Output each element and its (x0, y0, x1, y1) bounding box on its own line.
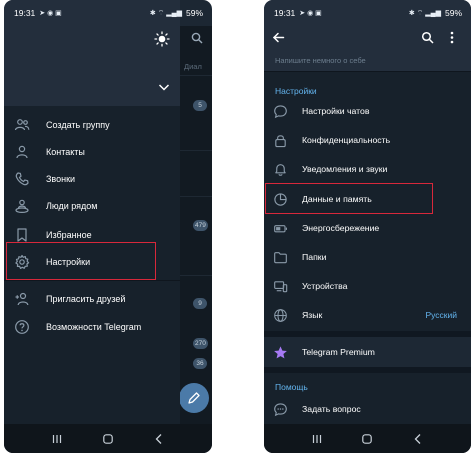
question-bubble-icon (274, 402, 287, 416)
menu-item-settings[interactable]: Настройки (4, 249, 180, 275)
recent-apps-icon[interactable] (311, 433, 323, 445)
section-separator (264, 367, 471, 373)
chat-list-tab-label: Диал (184, 62, 202, 71)
settings-item-label: Устройства (302, 281, 348, 291)
notification-icons: ➤ ◉ ▣ (299, 10, 322, 17)
gear-icon (15, 254, 30, 269)
menu-item-label: Настройки (46, 257, 91, 267)
unread-badge: 5 (193, 100, 207, 111)
recent-apps-icon[interactable] (51, 433, 63, 445)
bio-placeholder: Напишите немного о себе (275, 56, 366, 65)
chat-bubble-icon (274, 104, 287, 118)
settings-item-language[interactable]: Язык Русский (264, 302, 471, 328)
home-icon[interactable] (102, 433, 114, 445)
phone-icon (15, 172, 29, 186)
menu-item-label: Контакты (46, 147, 85, 157)
settings-item-label: Энергосбережение (302, 223, 380, 233)
settings-item-chat-settings[interactable]: Настройки чатов (264, 98, 471, 124)
bell-icon (275, 163, 286, 176)
settings-item-telegram-premium[interactable]: Telegram Premium (264, 337, 471, 367)
settings-item-label: Данные и память (302, 194, 372, 204)
back-icon[interactable] (412, 433, 424, 445)
unread-badge: 36 (193, 358, 207, 369)
menu-item-invite-friends[interactable]: Пригласить друзей (4, 286, 180, 312)
menu-item-label: Пригласить друзей (46, 294, 126, 304)
menu-item-saved-messages[interactable]: Избранное (4, 222, 180, 248)
compose-fab-button[interactable] (179, 383, 209, 413)
language-value: Русский (425, 310, 457, 320)
nearby-people-icon (15, 199, 29, 214)
add-person-icon (15, 292, 29, 306)
back-icon[interactable] (153, 433, 165, 445)
search-icon[interactable] (421, 31, 434, 44)
settings-item-label: Уведомления и звуки (302, 164, 388, 174)
settings-item-privacy[interactable]: Конфиденциальность (264, 127, 471, 153)
menu-item-label: Возможности Telegram (46, 322, 142, 332)
unread-badge: 479 (193, 220, 208, 231)
menu-item-label: Звонки (46, 174, 76, 184)
question-circle-icon (15, 320, 29, 334)
section-title-settings: Настройки (275, 86, 317, 96)
signal-icons: ✱ ⌔ ▂▄▆ (408, 9, 441, 17)
notification-icons: ➤ ◉ ▣ (39, 10, 62, 17)
settings-item-label: Конфиденциальность (302, 135, 391, 145)
bio-field[interactable]: Напишите немного о себе (264, 52, 471, 72)
more-options-icon[interactable] (449, 31, 455, 44)
menu-item-label: Люди рядом (46, 201, 98, 211)
two-people-icon (14, 119, 30, 131)
status-bar: 19:31 ➤ ◉ ▣ ✱ ⌔ ▂▄▆ 59% (4, 0, 212, 26)
bookmark-icon (17, 228, 27, 242)
chevron-down-icon[interactable] (157, 80, 171, 94)
night-mode-toggle-icon[interactable] (154, 31, 170, 47)
battery-icon (274, 224, 287, 232)
settings-item-power-saving[interactable]: Энергосбережение (264, 215, 471, 241)
menu-item-label: Избранное (46, 230, 92, 240)
app-bar (264, 26, 471, 52)
battery-level: 59% (185, 8, 203, 18)
settings-item-devices[interactable]: Устройства (264, 273, 471, 299)
status-time: 19:31 (14, 8, 36, 18)
menu-item-people-nearby[interactable]: Люди рядом (4, 193, 180, 219)
settings-item-notifications[interactable]: Уведомления и звуки (264, 156, 471, 182)
unread-badge: 270 (193, 338, 208, 349)
menu-item-contacts[interactable]: Контакты (4, 139, 180, 165)
settings-item-folders[interactable]: Папки (264, 244, 471, 270)
settings-item-label: Telegram Premium (302, 347, 375, 357)
star-icon (274, 345, 287, 358)
search-icon[interactable] (191, 32, 203, 44)
folder-icon (274, 251, 287, 263)
settings-item-label: Задать вопрос (302, 404, 361, 414)
left-phone-screen: Диал 5 479 9 270 36 19:31 ➤ ◉ ▣ ✱ ⌔ ▂▄▆ … (4, 0, 212, 453)
menu-item-create-group[interactable]: Создать группу (4, 112, 180, 138)
system-navigation-bar (264, 424, 471, 453)
devices-icon (274, 280, 288, 292)
settings-item-label: Настройки чатов (302, 106, 370, 116)
settings-item-label: Язык (302, 310, 323, 320)
unread-badge: 9 (193, 298, 207, 309)
status-bar: 19:31 ➤ ◉ ▣ ✱ ⌔ ▂▄▆ 59% (264, 0, 471, 26)
menu-item-telegram-features[interactable]: Возможности Telegram (4, 314, 180, 340)
section-title-help: Помощь (275, 382, 308, 392)
globe-icon (274, 308, 287, 322)
signal-icons: ✱ ⌔ ▂▄▆ (149, 9, 182, 17)
menu-item-label: Создать группу (46, 120, 110, 130)
battery-level: 59% (444, 8, 462, 18)
home-icon[interactable] (361, 433, 373, 445)
pie-chart-icon (274, 192, 287, 206)
status-time: 19:31 (274, 8, 296, 18)
lock-icon (275, 134, 286, 147)
pencil-icon (188, 392, 200, 404)
right-phone-screen: 19:31 ➤ ◉ ▣ ✱ ⌔ ▂▄▆ 59% Напишите немного… (264, 0, 471, 453)
system-navigation-bar (4, 424, 212, 453)
settings-item-ask-question[interactable]: Задать вопрос (264, 396, 471, 422)
person-icon (16, 145, 28, 159)
settings-item-label: Папки (302, 252, 327, 262)
back-arrow-icon[interactable] (272, 31, 285, 44)
settings-item-data-storage[interactable]: Данные и память (264, 186, 471, 212)
menu-item-calls[interactable]: Звонки (4, 166, 180, 192)
